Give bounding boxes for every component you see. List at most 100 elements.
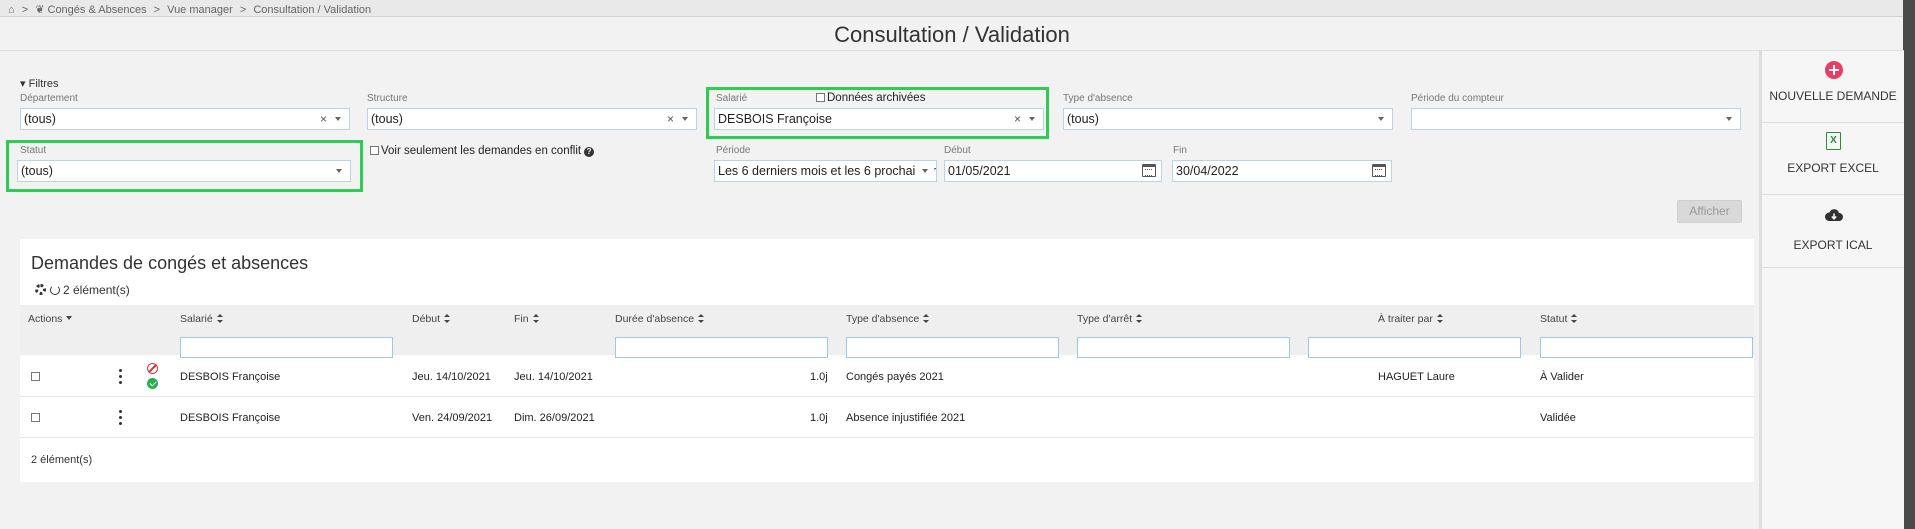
sort-icon bbox=[532, 314, 539, 323]
debut-date-input[interactable]: 01/05/2021 bbox=[944, 160, 1162, 182]
clear-icon[interactable]: × bbox=[1014, 109, 1021, 129]
structure-select[interactable]: (tous) × bbox=[367, 108, 697, 130]
fin-date-input[interactable]: 30/04/2022 bbox=[1172, 160, 1392, 182]
statut-label: Statut bbox=[20, 145, 47, 156]
home-icon[interactable]: ⌂ bbox=[8, 4, 15, 16]
column-traiter-par-label: À traiter par bbox=[1378, 313, 1433, 325]
title-divider bbox=[0, 50, 1904, 51]
structure-label: Structure bbox=[367, 93, 408, 104]
breadcrumb-item-vue-manager[interactable]: Vue manager bbox=[167, 4, 233, 16]
chevron-down-icon bbox=[335, 117, 341, 121]
column-salarie-label: Salarié bbox=[180, 313, 213, 325]
column-salarie[interactable]: Salarié bbox=[180, 313, 223, 325]
breadcrumb-item-conges[interactable]: Congés & Absences bbox=[48, 4, 147, 16]
cell-debut: Ven. 24/09/2021 bbox=[412, 412, 493, 424]
table-row[interactable]: DESBOIS Françoise Jeu. 14/10/2021 Jeu. 1… bbox=[20, 357, 1754, 397]
table-header: Actions Salarié Début Fin Durée d'absenc… bbox=[20, 305, 1754, 358]
column-duree-label: Durée d'absence bbox=[615, 313, 695, 325]
archived-checkbox-group[interactable]: Données archivées bbox=[816, 92, 925, 104]
filter-traiter-par-input[interactable] bbox=[1308, 337, 1521, 358]
chevron-down-icon bbox=[922, 169, 928, 173]
top-bar: ⌂ > ❦ Congés & Absences > Vue manager > … bbox=[0, 0, 1915, 17]
filter-type-absence-input[interactable] bbox=[846, 337, 1059, 358]
cell-duree: 1.0j bbox=[810, 371, 828, 383]
conflict-checkbox[interactable] bbox=[370, 146, 379, 155]
calendar-icon[interactable] bbox=[1142, 164, 1156, 177]
breadcrumb-separator: > bbox=[239, 4, 247, 16]
breadcrumb-separator: > bbox=[21, 4, 29, 16]
row-checkbox[interactable] bbox=[31, 413, 40, 422]
filter-type-arret-input[interactable] bbox=[1077, 337, 1290, 358]
cell-statut: À Valider bbox=[1540, 371, 1584, 383]
more-vertical-icon[interactable] bbox=[119, 369, 122, 384]
panel-title: Demandes de congés et absences bbox=[31, 253, 309, 273]
excel-file-icon: X bbox=[1826, 132, 1841, 150]
breadcrumb-separator: > bbox=[153, 4, 161, 16]
validate-icon[interactable] bbox=[147, 378, 158, 389]
structure-value: (tous) bbox=[371, 112, 403, 126]
column-traiter-par[interactable]: À traiter par bbox=[1378, 313, 1443, 325]
chevron-down-icon bbox=[336, 169, 342, 173]
column-type-arret[interactable]: Type d'arrêt bbox=[1077, 313, 1143, 325]
cell-salarie: DESBOIS Françoise bbox=[180, 371, 281, 383]
filter-duree-input[interactable] bbox=[615, 337, 828, 358]
filter-salarie-input[interactable] bbox=[180, 337, 393, 358]
salarie-label: Salarié bbox=[716, 93, 748, 104]
item-count: 2 élément(s) bbox=[63, 283, 130, 297]
clear-icon[interactable]: × bbox=[667, 109, 674, 129]
sort-icon bbox=[216, 314, 223, 323]
afficher-button[interactable]: Afficher bbox=[1677, 200, 1742, 223]
leaf-icon: ❦ bbox=[35, 4, 45, 16]
filters-toggle[interactable]: ▾ Filtres bbox=[20, 77, 59, 90]
chevron-down-icon bbox=[682, 117, 688, 121]
salarie-select[interactable]: DESBOIS Françoise × bbox=[714, 108, 1044, 130]
column-type-absence[interactable]: Type d'absence bbox=[846, 313, 930, 325]
column-actions[interactable]: Actions bbox=[28, 313, 73, 325]
periode-select[interactable]: Les 6 derniers mois et les 6 prochains m… bbox=[714, 160, 937, 182]
side-actions-panel: NOUVELLE DEMANDE X EXPORT EXCEL EXPORT I… bbox=[1759, 51, 1904, 529]
clear-icon[interactable]: × bbox=[320, 109, 327, 129]
cell-duree: 1.0j bbox=[810, 412, 828, 424]
archived-label: Données archivées bbox=[827, 92, 926, 104]
plus-circle-icon bbox=[1825, 61, 1843, 79]
salarie-value: DESBOIS Françoise bbox=[718, 112, 832, 126]
row-checkbox[interactable] bbox=[31, 372, 40, 381]
departement-select[interactable]: (tous) × bbox=[20, 108, 350, 130]
footer-item-count: 2 élément(s) bbox=[31, 454, 93, 466]
cell-type-absence: Congés payés 2021 bbox=[846, 371, 944, 383]
export-excel-button[interactable]: X EXPORT EXCEL bbox=[1762, 123, 1904, 195]
column-fin-label: Fin bbox=[514, 313, 529, 325]
calendar-icon[interactable] bbox=[1372, 164, 1386, 177]
sort-icon bbox=[1136, 314, 1143, 323]
window-scrollbar[interactable] bbox=[1903, 0, 1915, 529]
sort-icon bbox=[1571, 314, 1578, 323]
more-vertical-icon[interactable] bbox=[119, 410, 122, 425]
table-row[interactable]: DESBOIS Françoise Ven. 24/09/2021 Dim. 2… bbox=[20, 398, 1754, 438]
periode-compteur-select[interactable] bbox=[1411, 108, 1741, 130]
fin-value: 30/04/2022 bbox=[1176, 164, 1239, 178]
debut-value: 01/05/2021 bbox=[948, 164, 1011, 178]
gear-icon[interactable] bbox=[35, 284, 46, 295]
column-statut[interactable]: Statut bbox=[1540, 313, 1578, 325]
export-excel-label: EXPORT EXCEL bbox=[1787, 161, 1879, 175]
export-ical-button[interactable]: EXPORT ICAL bbox=[1762, 196, 1904, 268]
refuse-icon[interactable] bbox=[147, 363, 158, 374]
cell-fin: Jeu. 14/10/2021 bbox=[514, 371, 593, 383]
statut-select[interactable]: (tous) bbox=[17, 160, 351, 182]
conflict-checkbox-group[interactable]: Voir seulement les demandes en conflit? bbox=[370, 145, 595, 157]
requests-panel: Demandes de congés et absences 2 élément… bbox=[20, 239, 1754, 482]
periode-value: Les 6 derniers mois et les 6 prochains m… bbox=[718, 164, 937, 178]
refresh-icon[interactable] bbox=[50, 285, 60, 295]
filter-statut-input[interactable] bbox=[1540, 337, 1753, 358]
column-duree[interactable]: Durée d'absence bbox=[615, 313, 705, 325]
type-absence-label: Type d'absence bbox=[1063, 93, 1133, 104]
column-fin[interactable]: Fin bbox=[514, 313, 539, 325]
chevron-down-icon bbox=[1726, 117, 1732, 121]
type-absence-select[interactable]: (tous) bbox=[1063, 108, 1393, 130]
column-debut[interactable]: Début bbox=[412, 313, 451, 325]
new-request-button[interactable]: NOUVELLE DEMANDE bbox=[1762, 51, 1904, 123]
help-icon[interactable]: ? bbox=[584, 147, 595, 157]
cell-traiter-par: HAGUET Laure bbox=[1378, 371, 1455, 383]
departement-value: (tous) bbox=[24, 112, 56, 126]
archived-checkbox[interactable] bbox=[816, 93, 825, 102]
